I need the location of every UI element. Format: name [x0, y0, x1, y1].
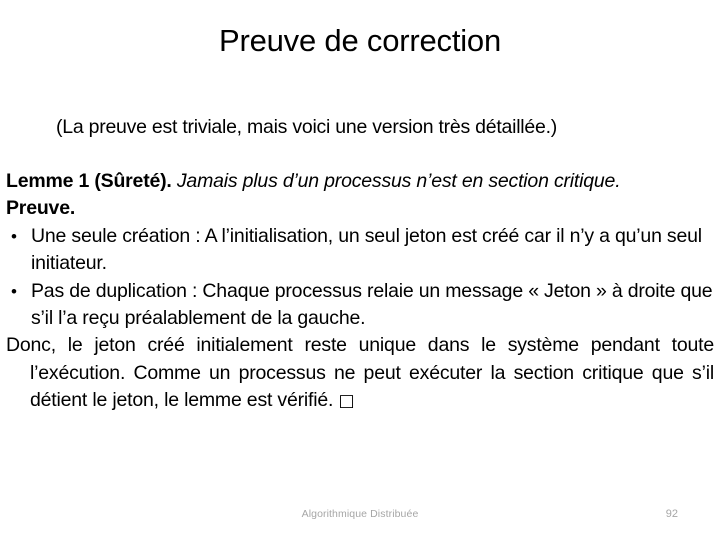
subtitle-note: (La preuve est triviale, mais voici une … — [56, 116, 557, 138]
proof-label: Preuve. — [6, 197, 76, 220]
lemma-paragraph: Lemme 1 (Sûreté). Jamais plus d’un proce… — [6, 168, 714, 195]
page-title: Preuve de correction — [218, 23, 502, 58]
list-item-text: Pas de duplication : Chaque processus re… — [31, 279, 713, 330]
qed-symbol: □ — [338, 391, 355, 412]
slide-canvas: Preuve de correction (La preuve est triv… — [0, 0, 720, 540]
bullet-icon: • — [11, 226, 17, 246]
proof-conclusion: Donc, le jeton créé initialement reste u… — [6, 332, 714, 415]
list-item-text: Une seule création : A l’initialisation,… — [31, 224, 702, 275]
lemma-heading: Lemme 1 (Sûreté). — [6, 170, 172, 192]
proof-body: Lemme 1 (Sûreté). Jamais plus d’un proce… — [6, 168, 714, 416]
list-item: • Pas de duplication : Chaque processus r… — [6, 278, 714, 333]
proof-conclusion-text: Donc, le jeton créé initialement reste u… — [6, 334, 714, 412]
bullet-icon: • — [11, 281, 17, 301]
proof-label-line: Preuve. — [6, 195, 714, 222]
lemma-statement: Jamais plus d’un processus n’est en sect… — [171, 170, 621, 192]
list-item: • Une seule création : A l’initialisation… — [6, 223, 714, 278]
footer-course-label: Algorithmique Distribuée — [301, 508, 419, 520]
footer-page-number: 92 — [665, 508, 678, 520]
